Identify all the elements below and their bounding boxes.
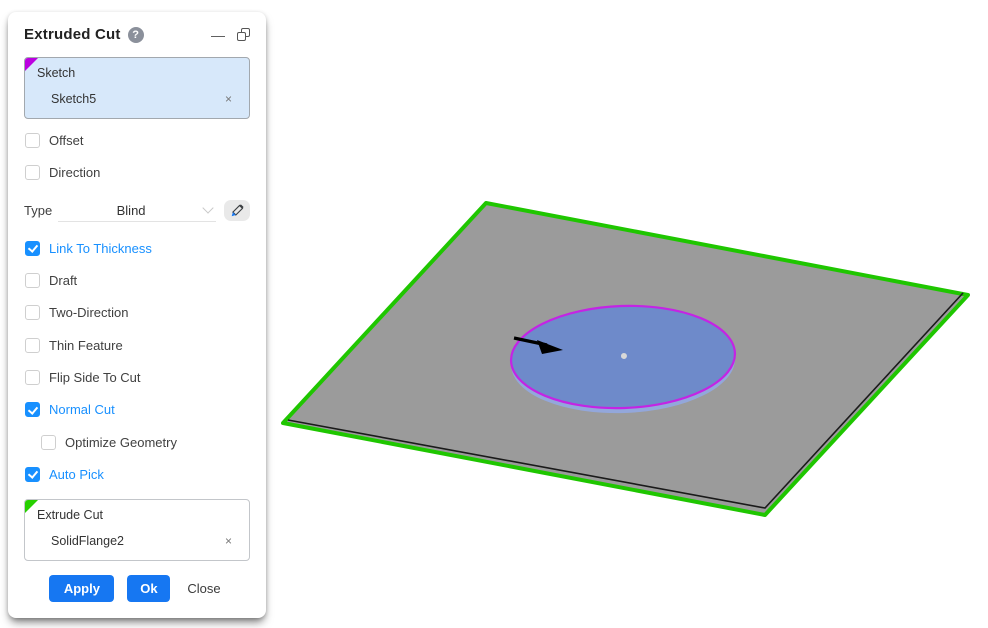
extrude-item-value: SolidFlange2 — [51, 534, 124, 548]
checkbox-box[interactable] — [25, 133, 40, 148]
checkbox-thin-feature[interactable]: Thin Feature — [25, 338, 250, 353]
extrude-selected-item[interactable]: SolidFlange2 × — [35, 532, 239, 552]
checkbox-label: Link To Thickness — [49, 241, 152, 256]
extrude-cut-selection-box[interactable]: Extrude Cut SolidFlange2 × — [24, 499, 250, 561]
sketch-item-value: Sketch5 — [51, 92, 96, 106]
checkbox-label: Normal Cut — [49, 402, 115, 417]
remove-selection-icon[interactable]: × — [222, 92, 235, 106]
checkbox-box[interactable] — [25, 165, 40, 180]
checkbox-label: Two-Direction — [49, 305, 128, 320]
checkbox-box[interactable] — [25, 273, 40, 288]
checkbox-label: Auto Pick — [49, 467, 104, 482]
checkbox-flip-side-to-cut[interactable]: Flip Side To Cut — [25, 370, 250, 385]
checkbox-label: Direction — [49, 165, 100, 180]
checkbox-auto-pick[interactable]: Auto Pick — [25, 467, 250, 482]
edit-dimension-button[interactable] — [224, 200, 250, 221]
help-icon[interactable]: ? — [128, 27, 144, 43]
apply-button[interactable]: Apply — [49, 575, 114, 602]
minimize-icon[interactable]: — — [211, 30, 225, 40]
checkbox-box[interactable] — [25, 338, 40, 353]
checkbox-box[interactable] — [25, 402, 40, 417]
checkbox-normal-cut[interactable]: Normal Cut — [25, 402, 250, 417]
checkbox-direction[interactable]: Direction — [25, 165, 250, 180]
dialog-header: Extruded Cut ? — — [24, 26, 250, 43]
checkbox-box[interactable] — [25, 305, 40, 320]
checkbox-draft[interactable]: Draft — [25, 273, 250, 288]
checkbox-label: Thin Feature — [49, 338, 123, 353]
checkbox-link-to-thickness[interactable]: Link To Thickness — [25, 241, 250, 256]
dialog-title: Extruded Cut — [24, 26, 121, 43]
checkbox-box[interactable] — [25, 467, 40, 482]
checkbox-box[interactable] — [25, 241, 40, 256]
checkbox-label: Draft — [49, 273, 77, 288]
checkmark-icon — [27, 404, 37, 415]
chevron-down-icon — [202, 202, 213, 213]
dialog-footer: Apply Ok Close — [24, 575, 250, 604]
extruded-cut-dialog: Extruded Cut ? — Sketch Sketch5 × Offset… — [8, 12, 266, 618]
type-row: Type Blind — [24, 200, 250, 222]
checkbox-optimize-geometry[interactable]: Optimize Geometry — [41, 434, 250, 449]
checkmark-icon — [27, 242, 37, 253]
type-select-value: Blind — [58, 203, 204, 218]
close-button[interactable]: Close — [183, 581, 224, 596]
checkmark-icon — [27, 468, 37, 479]
checkbox-label: Offset — [49, 133, 83, 148]
edit-pencil-icon — [230, 203, 245, 218]
checkbox-two-direction[interactable]: Two-Direction — [25, 305, 250, 320]
extrude-box-label: Extrude Cut — [37, 508, 239, 522]
remove-selection-icon[interactable]: × — [222, 534, 235, 548]
sketch-selection-box[interactable]: Sketch Sketch5 × — [24, 57, 250, 119]
sketch-box-label: Sketch — [37, 66, 239, 80]
checkbox-label: Optimize Geometry — [65, 435, 177, 450]
restore-window-icon[interactable] — [237, 28, 250, 41]
sketch-selected-item[interactable]: Sketch5 × — [35, 90, 239, 110]
window-controls: — — [211, 28, 250, 41]
type-select[interactable]: Blind — [58, 200, 216, 222]
checkbox-offset[interactable]: Offset — [25, 133, 250, 148]
ok-button[interactable]: Ok — [127, 575, 170, 602]
checkbox-box[interactable] — [41, 435, 56, 450]
checkbox-box[interactable] — [25, 370, 40, 385]
checkbox-label: Flip Side To Cut — [49, 370, 141, 385]
type-label: Type — [24, 203, 52, 218]
